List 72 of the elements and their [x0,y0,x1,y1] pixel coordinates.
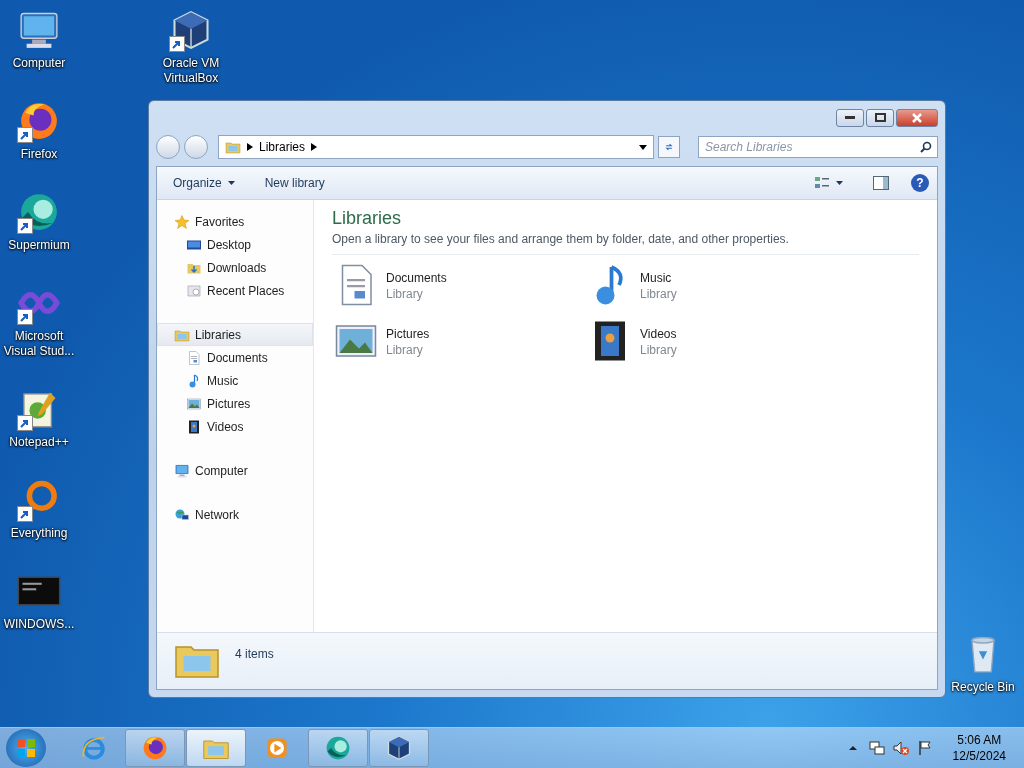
recent-icon [186,282,202,299]
refresh-button[interactable] [658,136,680,158]
desktop-icon-label[interactable]: WINDOWS... [3,617,75,632]
help-button[interactable]: ? [911,174,929,192]
nav-item[interactable]: Documents [157,346,313,369]
network-icon[interactable] [868,740,885,756]
library-type: Library [640,287,677,301]
search-field[interactable]: Search Libraries [698,136,938,158]
nav-item[interactable]: Downloads [157,256,313,279]
desktop-icon-label[interactable]: Firefox [20,147,58,162]
firefox-icon [141,734,169,762]
volume-muted-icon[interactable] [892,740,909,756]
computer-icon [174,462,190,479]
videos-icon [186,418,202,435]
close-button[interactable] [896,108,938,127]
nav-item[interactable]: Desktop [157,233,313,256]
library-type: Library [640,343,677,357]
desktop-icon-label[interactable]: Everything [10,526,68,541]
library-name[interactable]: Music [640,271,677,285]
desktop-icon-label[interactable]: Recycle Bin [951,680,1015,695]
virtualbox-icon [385,734,413,762]
chevron-icon[interactable] [311,143,318,151]
libraries-icon [225,139,241,155]
desktop-icon-label[interactable]: Microsoft Visual Stud... [0,329,78,359]
star-icon [174,213,190,230]
details-view-icon [814,175,830,191]
page-description: Open a library to see your files and arrange them by folder, date, and other properties. [332,232,919,255]
dropdown-icon[interactable] [639,144,647,150]
nav-item[interactable]: Computer [157,459,313,482]
desktop-icon-label[interactable]: Oracle VM VirtualBox [152,56,230,86]
maximize-icon [874,113,886,122]
item-count: 4 items [235,647,274,661]
ie-icon [80,734,108,762]
maximize-button[interactable] [866,108,894,127]
flag-icon[interactable] [916,740,933,756]
library-type: Library [386,343,424,357]
minimize-button[interactable] [836,108,864,127]
desktop-icon-label[interactable]: Supermium [8,238,70,253]
pictures-icon [186,395,202,412]
library-type: Library [386,287,424,301]
nav-item[interactable]: Network [157,503,313,526]
nav-item[interactable]: Recent Places [157,279,313,302]
taskbar-button[interactable] [369,729,429,767]
start-button[interactable] [6,729,46,767]
library-name[interactable]: Videos [640,327,677,341]
supermium-icon [324,734,352,762]
nav-item[interactable]: Videos [157,415,313,438]
caret-icon [227,181,235,185]
taskbar-button[interactable] [125,729,185,767]
search-icon[interactable] [920,141,932,153]
nav-item[interactable]: Favorites [157,210,313,233]
documents-icon [186,349,202,366]
address-bar[interactable]: Libraries [218,135,654,159]
close-icon [911,112,923,123]
toolbar-button[interactable]: Organize [165,172,243,194]
pane-icon [873,176,889,190]
desktop-icon-label[interactable]: Notepad++ [9,435,69,450]
minimize-icon [845,115,855,120]
nav-item[interactable]: Libraries [157,323,313,346]
nav-item[interactable]: Music [157,369,313,392]
clock[interactable]: 5:06 AM 12/5/2024 [952,732,1006,764]
caret-icon [836,181,843,185]
toolbar-button[interactable]: New library [256,172,333,194]
windows-logo [16,738,36,758]
library-name[interactable]: Documents [386,271,447,285]
nav-item[interactable]: Pictures [157,392,313,415]
library-name[interactable]: Pictures [386,327,430,341]
chevron-icon[interactable] [247,143,253,151]
desktop-icon-label[interactable]: Computer [12,56,66,71]
breadcrumb[interactable]: Libraries [259,140,306,154]
page-title: Libraries [332,208,403,229]
taskbar-button[interactable] [308,729,368,767]
